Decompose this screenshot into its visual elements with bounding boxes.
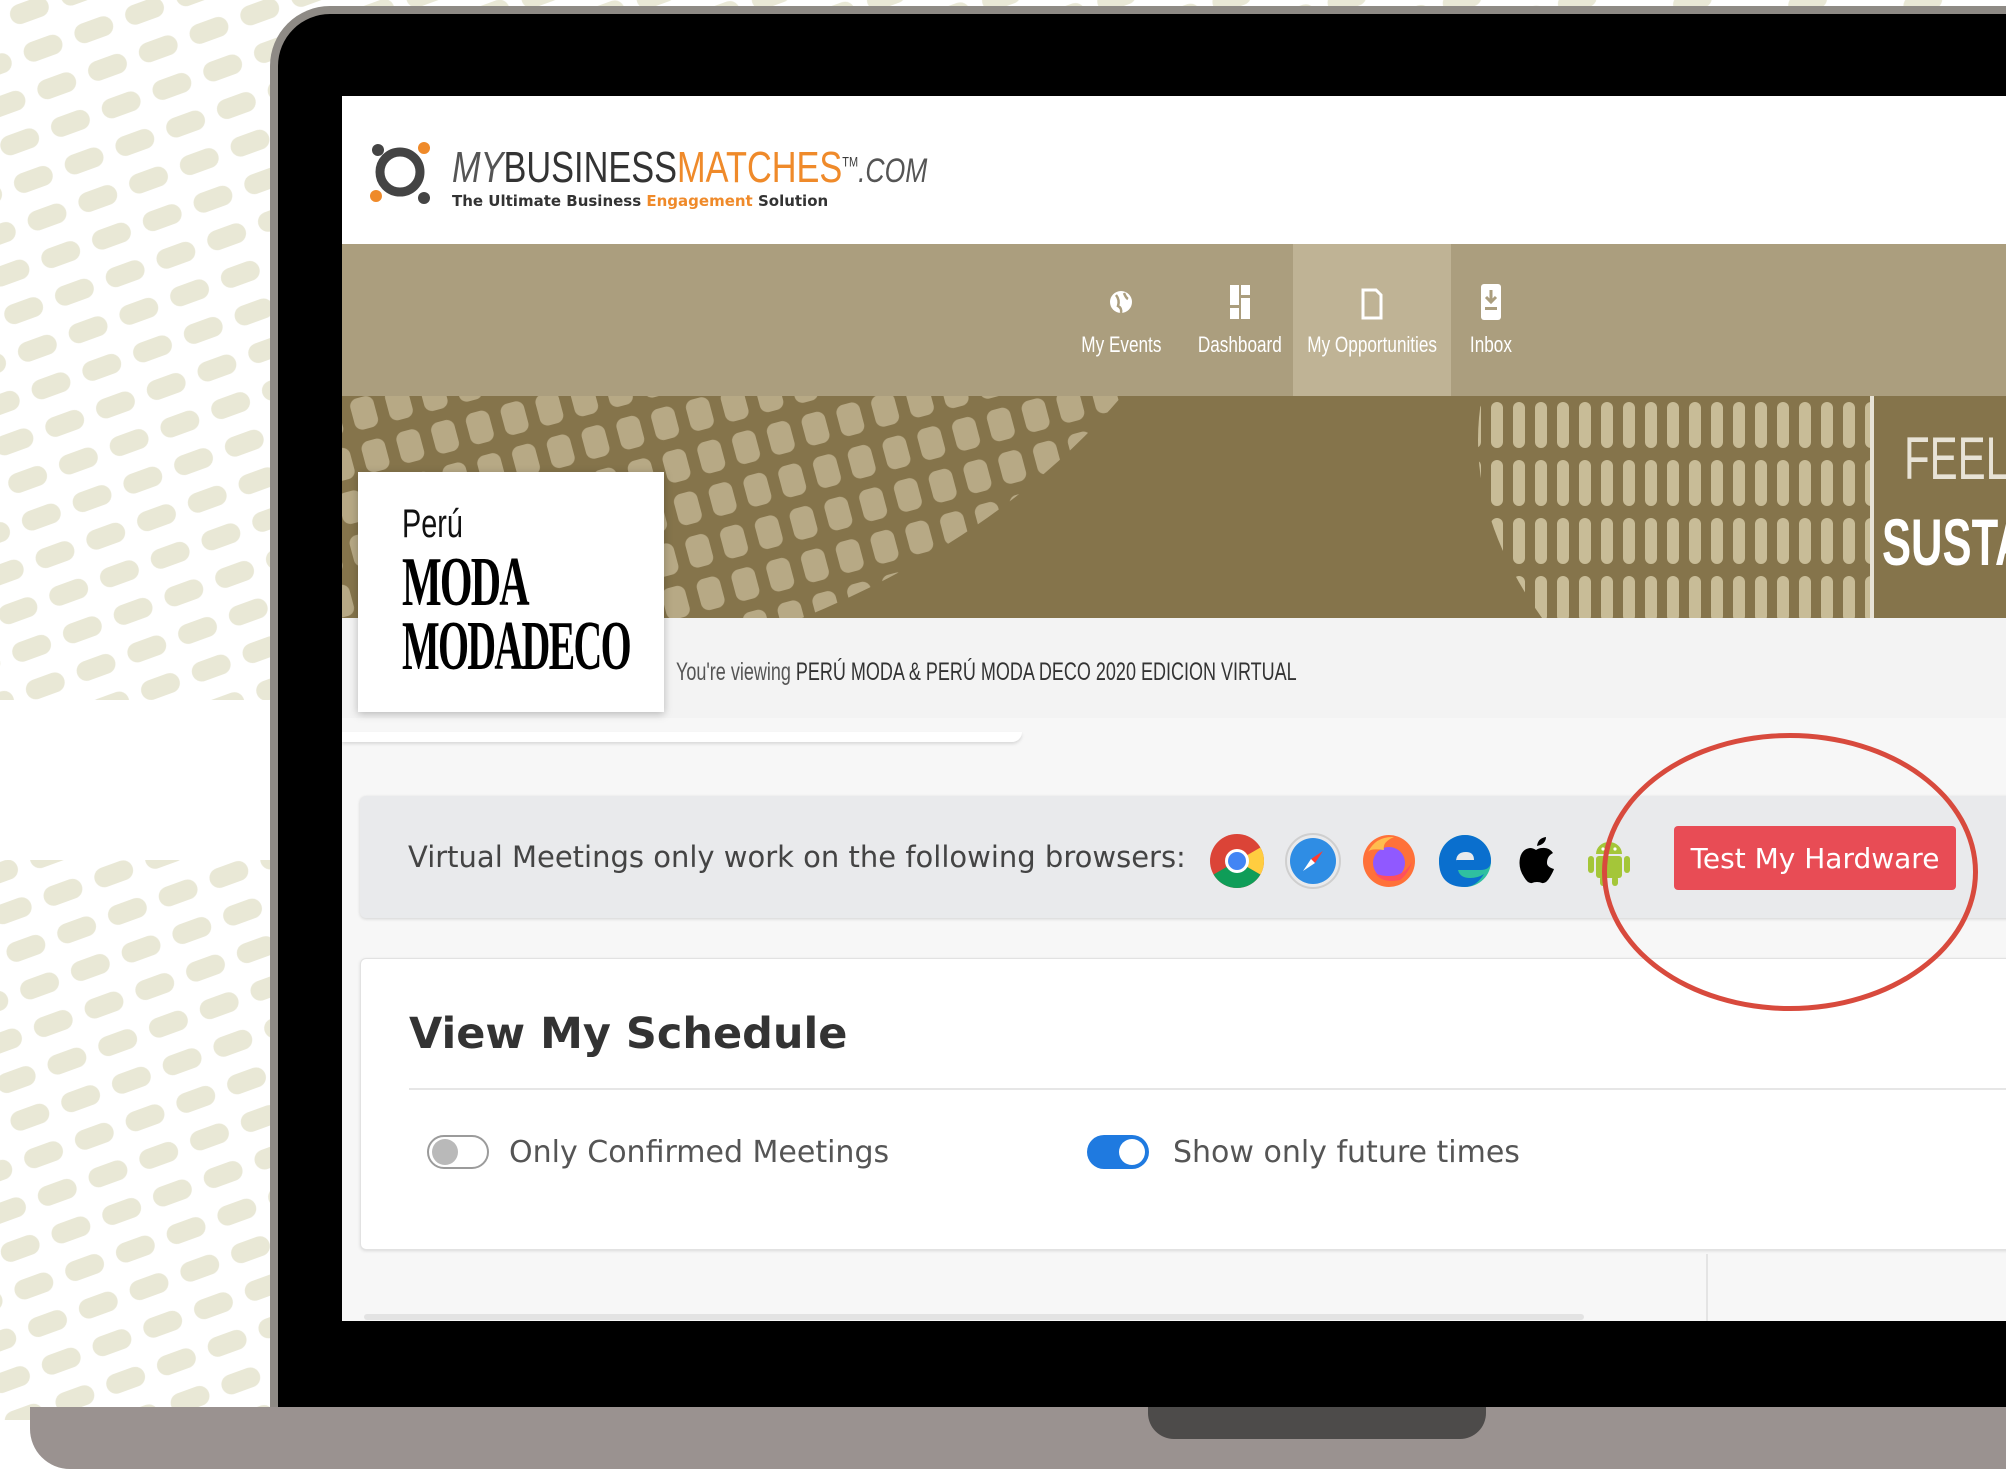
viewing-event-name: PERÚ MODA & PERÚ MODA DECO 2020 EDICION … (795, 658, 1297, 686)
globe-icon (1110, 291, 1132, 314)
mybusinessmatches-logo-icon[interactable] (366, 134, 436, 210)
nav-label: My Opportunities (1307, 332, 1437, 357)
laptop-base (30, 1407, 2006, 1469)
firefox-icon (1363, 835, 1415, 887)
schedule-divider (409, 1088, 2006, 1090)
apple-icon (1519, 837, 1554, 884)
nav-item-inbox[interactable]: Inbox (1454, 244, 1528, 396)
event-logo-card[interactable]: Perú MODA MODADECO (358, 472, 664, 712)
test-my-hardware-button[interactable]: Test My Hardware (1674, 826, 1956, 890)
view-schedule-panel: View My Schedule Only Confirmed Meetings… (360, 958, 2006, 1250)
tagline-highlight: Engagement (646, 192, 753, 210)
edge-icon (1439, 835, 1491, 887)
tagline-start: The Ultimate Business (452, 192, 647, 210)
android-icon (1588, 842, 1630, 886)
tab-underline (342, 732, 1022, 742)
laptop-notch (1148, 1407, 1486, 1439)
schedule-title: View My Schedule (409, 1009, 848, 1059)
logo-word-matches: MATCHES (677, 143, 843, 192)
nav-label: Dashboard (1198, 332, 1282, 357)
tagline-end: Solution (752, 192, 829, 210)
dashboard-icon (1230, 285, 1250, 319)
chrome-icon (1210, 834, 1265, 889)
viewing-prefix: You're viewing (676, 658, 796, 686)
logo-trademark: TM (842, 153, 859, 170)
logo-word-business: BUSINESS (503, 143, 678, 192)
safari-icon (1285, 833, 1341, 889)
show-future-times-toggle[interactable] (1087, 1135, 1149, 1169)
toggle-knob (1119, 1139, 1145, 1165)
logo-wordmark[interactable]: MYBUSINESSMATCHESTM.COM The Ultimate Bus… (452, 143, 1061, 211)
main-navigation: My Events Dashboard My Opportunities Inb… (342, 244, 2006, 396)
browser-support-message: Virtual Meetings only work on the follow… (408, 840, 1186, 874)
only-confirmed-meetings-label: Only Confirmed Meetings (509, 1135, 890, 1170)
logo-tagline: The Ultimate Business Engagement Solutio… (452, 192, 1061, 210)
logo-word-my: MY (452, 143, 504, 192)
nav-item-my-opportunities[interactable]: My Opportunities (1293, 244, 1451, 396)
banner-headline-1: FEEL & (1904, 425, 2006, 492)
only-confirmed-meetings-toggle[interactable] (427, 1135, 489, 1169)
nav-item-my-events[interactable]: My Events (1074, 244, 1168, 396)
show-future-times-label: Show only future times (1173, 1135, 1520, 1170)
event-logo-modadeco: MODADECO (402, 608, 632, 685)
site-header: MYBUSINESSMATCHESTM.COM The Ultimate Bus… (342, 96, 2006, 244)
inbox-icon (1481, 284, 1501, 320)
viewing-event-text: You're viewing PERÚ MODA & PERÚ MODA DEC… (676, 658, 1297, 687)
column-divider (1706, 1254, 1708, 1321)
logo-word-com: .COM (858, 152, 928, 190)
browser-support-notice: Virtual Meetings only work on the follow… (360, 796, 2006, 918)
nav-label: My Events (1080, 332, 1162, 357)
nav-label: Inbox (1469, 332, 1512, 357)
document-icon (1361, 288, 1383, 320)
content-divider (364, 1314, 1584, 1320)
event-logo-peru: Perú (402, 502, 463, 546)
toggle-knob (432, 1139, 458, 1165)
nav-item-dashboard[interactable]: Dashboard (1188, 244, 1292, 396)
laptop-screen: MYBUSINESSMATCHESTM.COM The Ultimate Bus… (342, 96, 2006, 1321)
banner-headline-2: SUSTAI (1882, 505, 2006, 579)
banner-divider (1870, 396, 1874, 618)
